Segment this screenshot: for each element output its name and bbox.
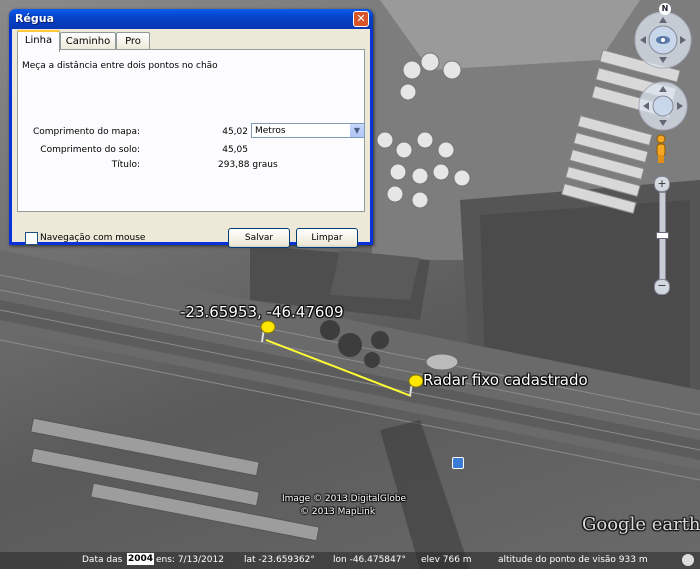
- zoom-slider-thumb[interactable]: [656, 232, 669, 239]
- placemark-coordinates-label: -23.65953, -46.47609: [180, 303, 344, 321]
- unit-select[interactable]: Metros ▼: [251, 123, 365, 138]
- dialog-body: Linha Caminho Pro Meça a distância entre…: [12, 29, 370, 248]
- latitude-readout: lat -23.659362°: [244, 555, 315, 565]
- pegman-icon[interactable]: [653, 134, 669, 164]
- tab-pro[interactable]: Pro: [116, 32, 150, 50]
- placemark-radar-label: Radar fixo cadastrado: [423, 371, 588, 389]
- ground-length-label: Comprimento do solo:: [40, 145, 140, 155]
- north-button[interactable]: N: [659, 3, 671, 15]
- close-button[interactable]: ✕: [353, 11, 369, 27]
- ground-length-value: 45,05: [222, 145, 248, 155]
- zoom-out-button[interactable]: −: [654, 279, 670, 295]
- historical-imagery-year[interactable]: 2004: [127, 553, 155, 565]
- zoom-in-button[interactable]: +: [654, 176, 670, 192]
- tab-linha[interactable]: Linha: [17, 30, 60, 52]
- dialog-titlebar[interactable]: Régua ✕: [9, 9, 373, 29]
- eye-altitude-readout: altitude do ponto de visão 933 m: [498, 555, 648, 565]
- longitude-readout: lon -46.475847°: [333, 555, 406, 565]
- tab-panel: Meça a distância entre dois pontos no ch…: [17, 49, 365, 212]
- instruction-text: Meça a distância entre dois pontos no ch…: [22, 61, 218, 71]
- mouse-navigation-label: Navegação com mouse: [40, 233, 146, 243]
- move-joystick-icon[interactable]: [635, 78, 691, 134]
- transit-station-icon[interactable]: [452, 457, 464, 469]
- dialog-title: Régua: [15, 12, 55, 25]
- placemark-pin-icon[interactable]: [256, 318, 278, 344]
- map-length-value: 45,02: [222, 127, 248, 137]
- map-length-label: Comprimento do mapa:: [33, 127, 140, 137]
- status-bar: Data das 2004 ens: 7/13/2012 lat -23.659…: [0, 552, 700, 569]
- ruler-dialog: Régua ✕ Linha Caminho Pro Meça a distânc…: [9, 9, 373, 248]
- google-earth-logo: Google earth: [582, 514, 700, 535]
- save-button[interactable]: Salvar: [228, 228, 290, 248]
- close-icon: ✕: [356, 12, 366, 25]
- heading-label: Título:: [111, 160, 140, 170]
- mouse-navigation-checkbox[interactable]: [25, 232, 38, 245]
- chevron-down-icon[interactable]: ▼: [349, 124, 364, 137]
- imagery-date-label: Data das: [82, 555, 123, 565]
- streaming-indicator-icon: [682, 554, 694, 566]
- heading-value: 293,88 graus: [218, 160, 278, 170]
- clear-button[interactable]: Limpar: [296, 228, 358, 248]
- elevation-readout: elev 766 m: [421, 555, 472, 565]
- imagery-date-value: ens: 7/13/2012: [156, 555, 224, 565]
- imagery-credit-2: © 2013 MapLink: [300, 507, 376, 517]
- unit-select-value: Metros: [255, 126, 286, 136]
- tab-caminho[interactable]: Caminho: [60, 32, 116, 50]
- imagery-credit-1: Image © 2013 DigitalGlobe: [282, 494, 407, 504]
